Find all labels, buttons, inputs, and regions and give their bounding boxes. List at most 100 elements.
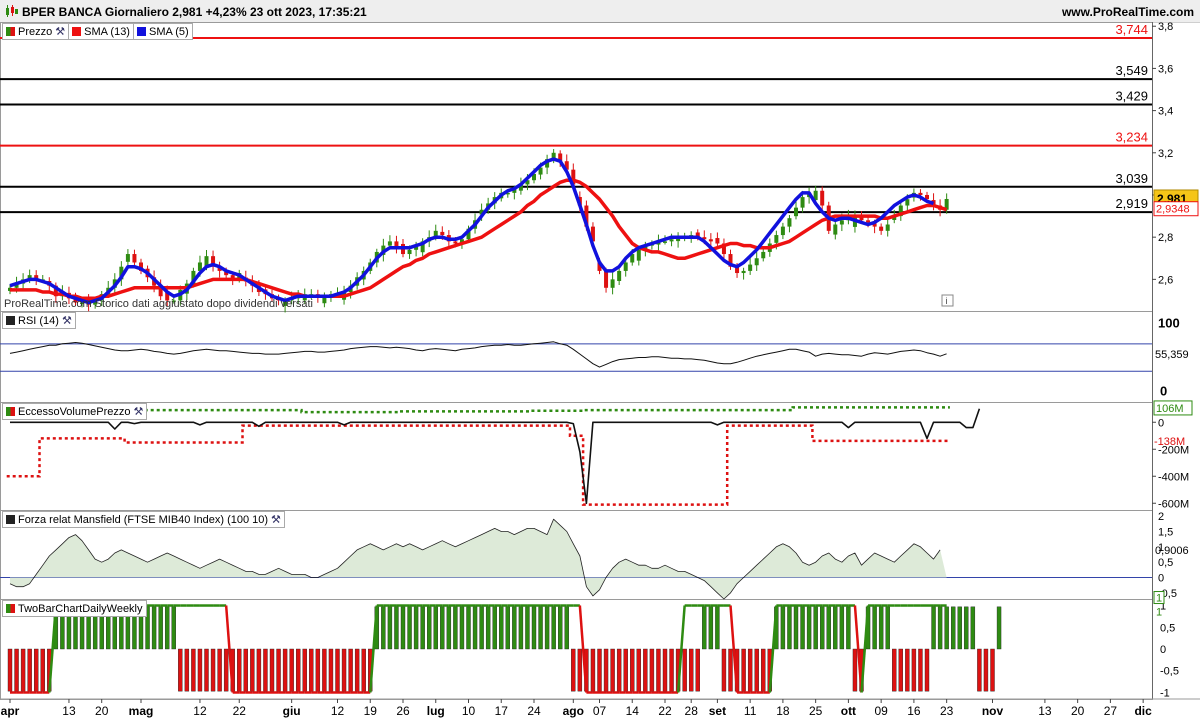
twobar-bar xyxy=(826,606,831,650)
twobar-bar xyxy=(361,648,366,692)
x-tick-label: 22 xyxy=(658,704,672,718)
rsi-legend[interactable]: RSI (14) ⚒ xyxy=(2,312,76,329)
evp-tick-label: 0 xyxy=(1158,417,1164,429)
legend-mansfield[interactable]: Forza relat Mansfield (FTSE MIB40 Index)… xyxy=(3,512,284,527)
x-tick-label: giu xyxy=(283,704,301,718)
price-legend[interactable]: Prezzo ⚒ SMA (13) SMA (5) xyxy=(2,23,193,40)
twobar-bar xyxy=(335,648,340,692)
sma5-swatch-icon xyxy=(136,27,146,36)
wrench-icon[interactable]: ⚒ xyxy=(134,405,144,418)
price-tick-label: 2,6 xyxy=(1158,274,1173,286)
twobar-bar xyxy=(250,648,255,692)
twobar-bar xyxy=(558,606,563,650)
twobar-bar xyxy=(643,648,648,692)
info-icon-label: i xyxy=(946,296,948,306)
x-tick-label: 09 xyxy=(874,704,888,718)
mansfield-legend[interactable]: Forza relat Mansfield (FTSE MIB40 Index)… xyxy=(2,511,285,528)
twobar-bar xyxy=(787,606,792,650)
x-tick-label: apr xyxy=(1,704,20,718)
price-tick-label: 3,4 xyxy=(1158,106,1173,118)
twobar-bar xyxy=(577,648,583,692)
candle-body xyxy=(885,224,890,231)
legend-prezzo[interactable]: Prezzo ⚒ xyxy=(3,24,70,39)
rsi-tick-label: 0 xyxy=(1160,384,1167,399)
legend-rsi[interactable]: RSI (14) ⚒ xyxy=(3,313,75,328)
twobar-bar xyxy=(446,606,452,650)
candle-body xyxy=(132,254,137,263)
twobar-bar xyxy=(322,648,327,692)
twobar-bar xyxy=(420,606,425,650)
legend-sma13-label: SMA (13) xyxy=(84,25,130,38)
twobar-bar xyxy=(381,606,386,650)
twobar-bar xyxy=(983,648,989,692)
x-tick-label: 07 xyxy=(593,704,607,718)
twobar-bar xyxy=(820,606,825,650)
legend-evp[interactable]: EccessoVolumePrezzo ⚒ xyxy=(3,404,146,419)
legend-mansfield-label: Forza relat Mansfield (FTSE MIB40 Index)… xyxy=(18,513,269,526)
evp-lower-label: -138M xyxy=(1154,436,1185,448)
x-tick-label: 25 xyxy=(809,704,823,718)
twobar-bar xyxy=(564,606,569,650)
twobar-bar xyxy=(708,606,714,650)
x-tick-label: 20 xyxy=(1071,704,1085,718)
twobar-bar xyxy=(472,606,478,650)
wrench-icon[interactable]: ⚒ xyxy=(271,513,281,526)
x-tick-label: 28 xyxy=(685,704,699,718)
twobar-bar xyxy=(505,606,510,650)
panel-frame-rsi xyxy=(0,311,1153,403)
twobar-bar xyxy=(400,606,406,650)
twobar-bar xyxy=(204,648,209,692)
x-tick-label: 24 xyxy=(527,704,541,718)
twobar-bar xyxy=(695,648,700,692)
x-tick-label: 18 xyxy=(776,704,790,718)
twobar-bar xyxy=(715,606,720,650)
legend-sma5[interactable]: SMA (5) xyxy=(134,24,192,39)
hline-label: 2,919 xyxy=(1115,196,1148,211)
twobar-bar xyxy=(610,648,615,692)
candle-body xyxy=(715,238,720,244)
rsi-line xyxy=(9,341,947,368)
evp-legend[interactable]: EccessoVolumePrezzo ⚒ xyxy=(2,403,148,420)
wrench-icon[interactable]: ⚒ xyxy=(55,25,65,38)
x-tick-label: 13 xyxy=(1038,704,1052,718)
twobar-bar xyxy=(531,606,537,650)
twobar-bar xyxy=(256,648,262,692)
twobar-bar xyxy=(669,648,674,692)
hline-label: 3,549 xyxy=(1115,63,1148,78)
twobar-bar xyxy=(918,648,923,692)
mansfield-area xyxy=(10,519,947,599)
x-tick-label: 11 xyxy=(744,704,757,718)
twobar-bar xyxy=(964,606,969,650)
twobar-bar xyxy=(512,606,517,650)
mansfield-value-label: 0,9006 xyxy=(1155,545,1189,557)
twobar-bar xyxy=(551,606,556,650)
twobar-bar xyxy=(905,648,910,692)
legend-prezzo-label: Prezzo xyxy=(18,25,53,38)
candle-body xyxy=(636,249,641,261)
candle-body xyxy=(453,241,458,244)
twobar-bar xyxy=(394,606,399,650)
twobar-bar xyxy=(630,648,635,692)
site-link[interactable]: www.ProRealTime.com xyxy=(1062,5,1194,19)
legend-twobar[interactable]: TwoBarChartDailyWeekly xyxy=(3,601,146,616)
twobar-bar xyxy=(603,648,609,692)
twobar-bar xyxy=(754,648,759,692)
chart-canvas[interactable]: 3,83,63,43,232,82,63,7443,5493,4293,2343… xyxy=(0,22,1200,720)
sma13-line xyxy=(10,178,948,301)
x-tick-label: 16 xyxy=(907,704,921,718)
twobar-bar xyxy=(315,648,321,692)
twobar-bar xyxy=(328,648,334,692)
twobar-bar xyxy=(440,606,445,650)
twobar-bar xyxy=(800,606,805,650)
twobar-legend[interactable]: TwoBarChartDailyWeekly xyxy=(2,600,147,617)
twobar-bar xyxy=(682,648,687,692)
candle-body xyxy=(741,270,746,274)
twobar-bar xyxy=(931,606,936,650)
legend-sma13[interactable]: SMA (13) xyxy=(69,24,134,39)
candle-body xyxy=(748,264,753,271)
candle-body xyxy=(761,251,766,259)
twobar-bar xyxy=(839,606,845,650)
twobar-bar xyxy=(996,606,1002,650)
wrench-icon[interactable]: ⚒ xyxy=(62,314,72,327)
twobar-bar xyxy=(289,648,294,692)
